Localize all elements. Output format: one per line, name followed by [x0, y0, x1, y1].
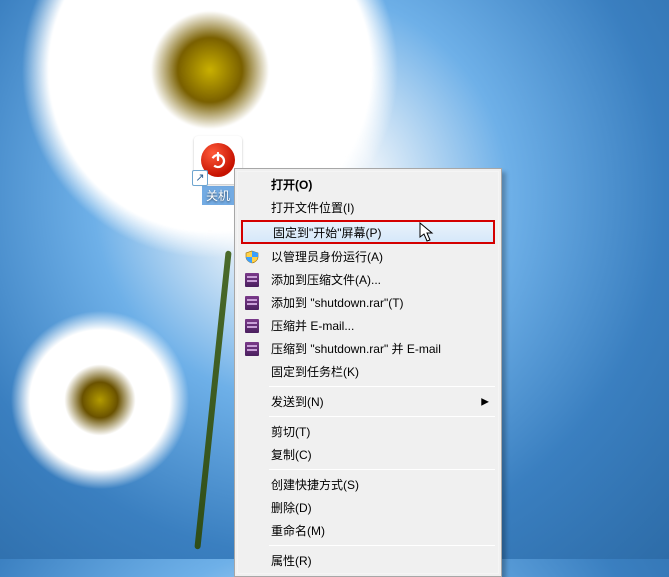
- wallpaper-stem: [194, 251, 231, 550]
- menu-separator: [269, 416, 495, 417]
- menu-item-label: 添加到压缩文件(A)...: [271, 271, 381, 288]
- menu-item-label: 固定到任务栏(K): [271, 363, 359, 380]
- cursor-icon: [419, 222, 437, 244]
- menu-item-label: 压缩到 "shutdown.rar" 并 E-mail: [271, 340, 441, 357]
- menu-item-label: 打开(O): [271, 176, 312, 193]
- menu-item-properties[interactable]: 属性(R): [239, 549, 497, 572]
- menu-item-run-as-admin[interactable]: 以管理员身份运行(A): [239, 245, 497, 268]
- menu-item-compress-email[interactable]: 压缩并 E-mail...: [239, 314, 497, 337]
- archive-icon: [244, 272, 260, 288]
- menu-item-label: 固定到"开始"屏幕(P): [273, 224, 382, 241]
- archive-icon: [244, 318, 260, 334]
- menu-item-label: 发送到(N): [271, 393, 324, 410]
- menu-item-cut[interactable]: 剪切(T): [239, 420, 497, 443]
- menu-item-label: 属性(R): [271, 552, 312, 569]
- menu-separator: [269, 386, 495, 387]
- menu-item-label: 以管理员身份运行(A): [271, 248, 383, 265]
- context-menu-inner: 打开(O) 打开文件位置(I) 固定到"开始"屏幕(P) 以管理员身份运行(A): [237, 171, 499, 574]
- menu-item-label: 打开文件位置(I): [271, 199, 354, 216]
- wallpaper-flower-small: [10, 310, 190, 490]
- menu-item-pin-to-start[interactable]: 固定到"开始"屏幕(P): [241, 220, 495, 244]
- menu-item-open-file-location[interactable]: 打开文件位置(I): [239, 196, 497, 219]
- menu-item-rename[interactable]: 重命名(M): [239, 519, 497, 542]
- menu-item-compress-to-rar-email[interactable]: 压缩到 "shutdown.rar" 并 E-mail: [239, 337, 497, 360]
- menu-item-send-to[interactable]: 发送到(N) ▶: [239, 390, 497, 413]
- menu-item-pin-to-taskbar[interactable]: 固定到任务栏(K): [239, 360, 497, 383]
- menu-item-label: 添加到 "shutdown.rar"(T): [271, 294, 404, 311]
- menu-item-copy[interactable]: 复制(C): [239, 443, 497, 466]
- menu-item-add-to-shutdown-rar[interactable]: 添加到 "shutdown.rar"(T): [239, 291, 497, 314]
- menu-item-label: 剪切(T): [271, 423, 310, 440]
- menu-separator: [269, 545, 495, 546]
- menu-item-label: 复制(C): [271, 446, 312, 463]
- menu-item-create-shortcut[interactable]: 创建快捷方式(S): [239, 473, 497, 496]
- menu-item-delete[interactable]: 删除(D): [239, 496, 497, 519]
- shortcut-overlay-icon: ↗: [192, 170, 208, 186]
- context-menu: 打开(O) 打开文件位置(I) 固定到"开始"屏幕(P) 以管理员身份运行(A): [234, 168, 502, 577]
- submenu-arrow-icon: ▶: [481, 396, 489, 407]
- menu-item-label: 删除(D): [271, 499, 312, 516]
- menu-item-label: 重命名(M): [271, 522, 325, 539]
- shield-icon: [244, 249, 260, 265]
- shortcut-label: 关机: [202, 186, 234, 205]
- menu-item-label: 创建快捷方式(S): [271, 476, 359, 493]
- menu-separator: [269, 469, 495, 470]
- menu-item-open[interactable]: 打开(O): [239, 173, 497, 196]
- archive-icon: [244, 295, 260, 311]
- menu-item-add-to-archive[interactable]: 添加到压缩文件(A)...: [239, 268, 497, 291]
- archive-icon: [244, 341, 260, 357]
- menu-item-label: 压缩并 E-mail...: [271, 317, 354, 334]
